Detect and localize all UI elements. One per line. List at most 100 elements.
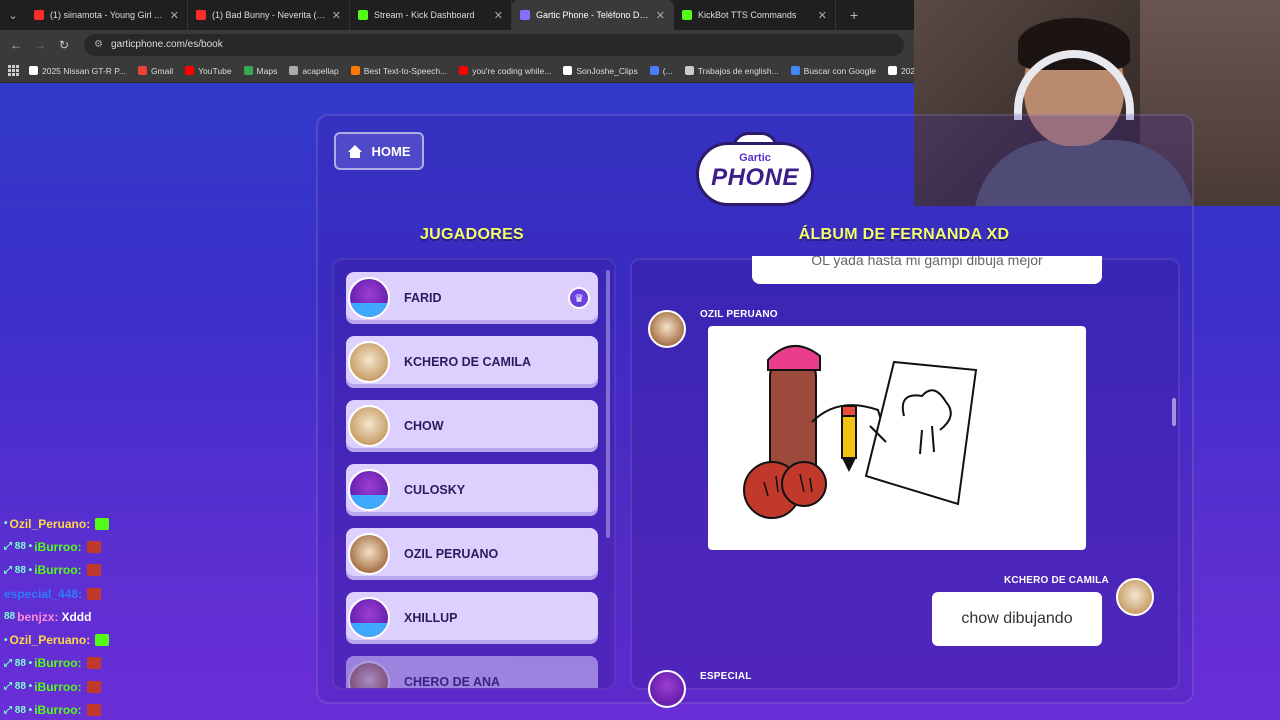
chat-message: ⤢ 88 • iBurroo: (4, 535, 304, 558)
chat-username[interactable]: benjzx: (17, 610, 58, 624)
chat-text: Xddd (61, 609, 92, 624)
tab-title: KickBot TTS Commands (698, 10, 797, 20)
chat-username[interactable]: iBurroo: (34, 656, 81, 670)
bookmark-item[interactable]: YouTube (185, 66, 232, 76)
tab-close-icon[interactable]: ✕ (656, 9, 665, 22)
chat-username[interactable]: iBurroo: (34, 563, 81, 577)
chat-emote-icon (86, 704, 101, 717)
bookmark-favicon-icon (289, 66, 299, 75)
bookmark-item[interactable]: Buscar con Google (790, 66, 876, 76)
chat-badges: ⤢ 88 • (4, 541, 33, 553)
tab-favicon-icon (196, 10, 206, 20)
browser-tab[interactable]: Gartic Phone - Teléfono Descon ✕ (512, 0, 674, 30)
browser-tab[interactable]: Stream - Kick Dashboard ✕ (350, 0, 512, 30)
chat-message: ⤢ 88 • iBurroo: (4, 652, 304, 675)
tab-close-icon[interactable]: ✕ (332, 9, 341, 22)
bookmark-item[interactable]: (... (649, 65, 673, 76)
chat-badges: • (4, 634, 8, 646)
chat-message: ⤢ 88 • iBurroo: (4, 675, 304, 698)
chat-emote-icon (95, 517, 110, 530)
tab-strip: ⌄ (1) siinamota - Young Girl A(Of ✕ (1) Ba… (0, 0, 914, 30)
bookmark-favicon-icon (29, 66, 38, 75)
browser-tab[interactable]: (1) Bad Bunny - Neverita (360° ✕ (188, 0, 350, 30)
site-info-icon[interactable]: ⚙ (94, 39, 103, 50)
reload-icon[interactable]: ↻ (52, 38, 76, 52)
bookmark-item[interactable]: Gmail (137, 65, 174, 76)
url-text: garticphone.com/es/book (110, 39, 223, 50)
url-input[interactable]: ⚙ garticphone.com/es/book (84, 33, 904, 56)
tab-close-icon[interactable]: ✕ (818, 9, 827, 22)
bookmark-item[interactable]: you're coding while... (459, 66, 551, 76)
chat-username[interactable]: iBurroo: (34, 680, 81, 694)
album-scrollbar[interactable] (1172, 398, 1176, 426)
next-author-avatar (648, 670, 686, 708)
new-tab-button[interactable]: + (850, 7, 858, 23)
player-item[interactable]: OZIL PERUANO (346, 528, 598, 580)
player-item[interactable]: CHERO DE ANA (346, 656, 598, 689)
bookmark-label: Maps (256, 65, 278, 76)
guess-author-name: KCHERO DE CAMILA (1004, 575, 1109, 586)
player-name: XHILLUP (404, 611, 458, 625)
chat-message: • Ozil_Peruano: (4, 628, 304, 651)
player-avatar (348, 277, 390, 319)
bookmark-favicon-icon (790, 66, 800, 75)
chat-username[interactable]: iBurroo: (34, 703, 81, 717)
drawing-canvas (708, 326, 1086, 550)
tab-title: Stream - Kick Dashboard (374, 10, 475, 20)
player-item[interactable]: CHOW (346, 400, 598, 452)
apps-grid-icon[interactable] (8, 64, 19, 77)
players-scrollbar[interactable] (606, 270, 610, 538)
players-list[interactable]: FARID ♛ KCHERO DE CAMILA CHOW CULOSKY OZIL PE… (332, 258, 616, 690)
chat-badges: • (4, 518, 8, 530)
chat-username[interactable]: iBurroo: (34, 540, 81, 554)
address-bar-row: ← → ↻ ⚙ garticphone.com/es/book (0, 30, 914, 59)
crown-icon: ♛ (568, 287, 590, 309)
player-item[interactable]: FARID ♛ (346, 272, 598, 324)
chat-message: • Ozil_Peruano: (4, 512, 304, 535)
bookmark-favicon-icon (137, 66, 147, 75)
bookmark-favicon-icon (350, 66, 360, 75)
bookmark-label: SonJoshe_Clips (576, 65, 638, 76)
bookmark-favicon-icon (243, 66, 253, 75)
chat-message: ⤢ 88 • iBurroo: (4, 559, 304, 582)
player-avatar (348, 597, 390, 639)
bookmark-item[interactable]: Best Text-to-Speech... (350, 66, 447, 76)
tab-favicon-icon (682, 10, 692, 20)
tab-search-chevron-icon[interactable]: ⌄ (0, 0, 26, 30)
album-title: ÁLBUM DE FERNANDA XD (798, 226, 1010, 243)
bookmark-favicon-icon (684, 66, 694, 75)
chat-username[interactable]: especial_448: (4, 587, 82, 601)
bookmark-item[interactable]: Trabajos de english... (684, 66, 779, 76)
chat-username[interactable]: Ozil_Peruano: (10, 517, 91, 531)
player-name: CHERO DE ANA (404, 675, 501, 689)
player-avatar (348, 533, 390, 575)
bookmark-item[interactable]: Maps (243, 65, 278, 76)
tab-close-icon[interactable]: ✕ (494, 9, 503, 22)
browser-tab[interactable]: (1) siinamota - Young Girl A(Of ✕ (26, 0, 188, 30)
bookmark-item[interactable]: 2025 Nissan GT-R P... (29, 66, 126, 76)
browser-tab[interactable]: KickBot TTS Commands ✕ (674, 0, 836, 30)
tab-title: (1) siinamota - Young Girl A(Of (50, 10, 166, 20)
drawing-image (743, 344, 978, 519)
guess-text: chow dibujando (961, 610, 1073, 627)
bookmark-label: Gmail (150, 65, 174, 76)
forward-arrow-icon[interactable]: → (28, 38, 52, 52)
drawing-author-name: OZIL PERUANO (700, 309, 778, 320)
player-name: CHOW (404, 419, 444, 433)
player-item[interactable]: XHILLUP (346, 592, 598, 644)
player-avatar (348, 469, 390, 511)
bookmark-item[interactable]: acapellap (289, 66, 339, 76)
player-name: CULOSKY (404, 483, 466, 497)
chat-username[interactable]: Ozil_Peruano: (10, 633, 91, 647)
stream-chat-overlay: • Ozil_Peruano: ⤢ 88 • iBurroo: ⤢ 88 • iBurro… (4, 512, 304, 720)
player-item[interactable]: CULOSKY (346, 464, 598, 516)
player-avatar (348, 661, 390, 688)
bookmark-label: (... (662, 65, 673, 76)
home-button[interactable]: HOME (334, 132, 424, 170)
tab-favicon-icon (358, 10, 368, 20)
chat-message: 88 benjzx: Xddd (4, 605, 304, 628)
bookmark-item[interactable]: SonJoshe_Clips (563, 65, 638, 76)
back-arrow-icon[interactable]: ← (4, 38, 28, 52)
player-item[interactable]: KCHERO DE CAMILA (346, 336, 598, 388)
tab-close-icon[interactable]: ✕ (170, 9, 179, 22)
